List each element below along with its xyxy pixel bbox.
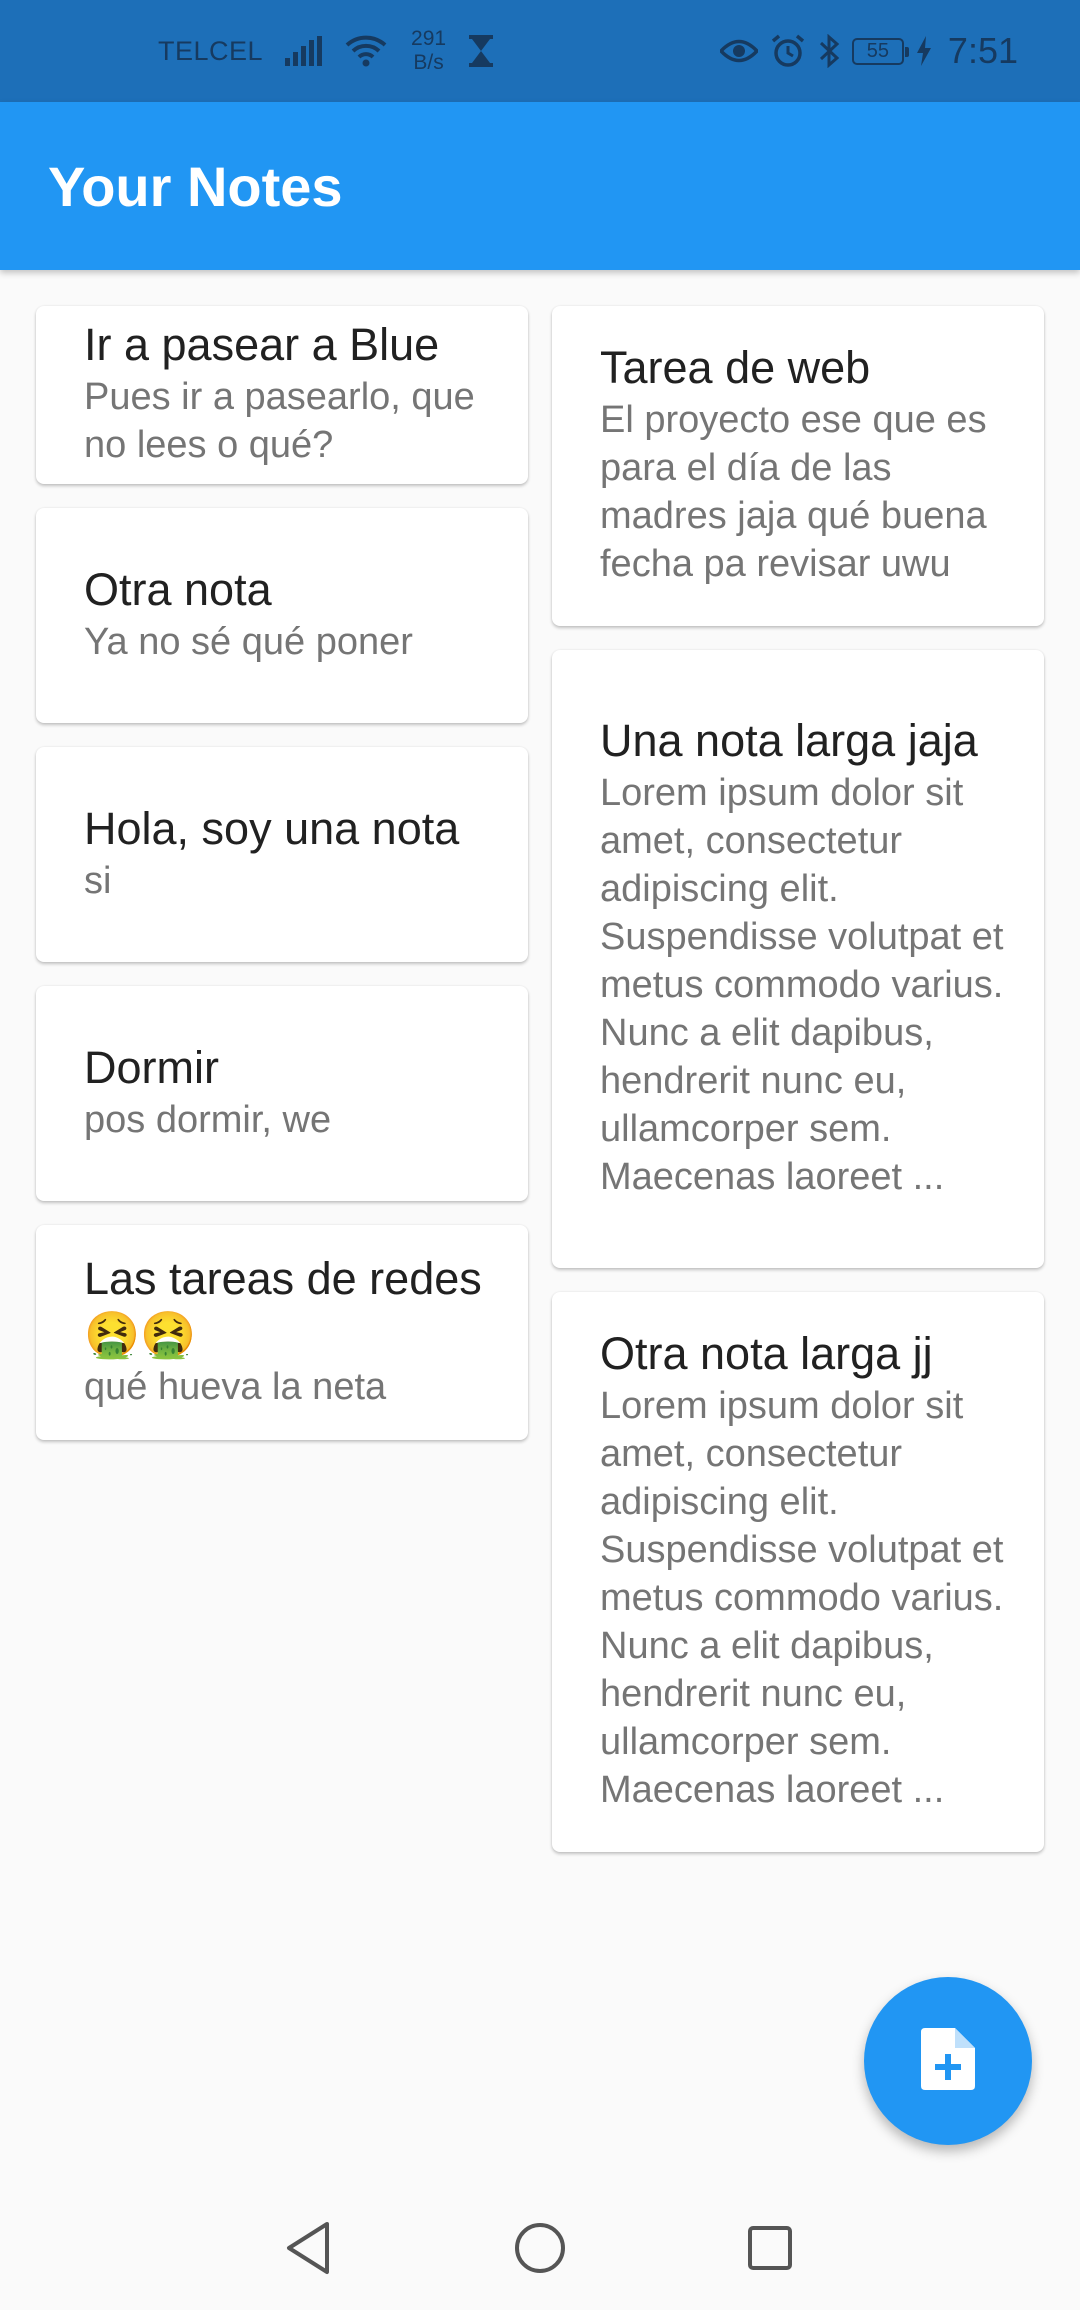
note-card[interactable]: Otra nota larga jj Lorem ipsum dolor sit…: [552, 1292, 1044, 1852]
note-body: Pues ir a pasearlo, que no lees o qué?: [84, 376, 475, 466]
note-card[interactable]: Tarea de web El proyecto ese que es para…: [552, 306, 1044, 626]
page-title: Your Notes: [48, 154, 343, 218]
charging-icon: [916, 36, 932, 66]
bluetooth-icon: [818, 34, 840, 68]
note-body: Lorem ipsum dolor sit amet, consectetur …: [600, 772, 1004, 1198]
note-card[interactable]: Ir a pasear a Blue Pues ir a pasearlo, q…: [36, 306, 528, 484]
note-add-icon: [921, 2027, 975, 2095]
navigation-bar: [0, 2190, 1080, 2310]
add-note-button[interactable]: [864, 1977, 1032, 2145]
battery-indicator: 55: [851, 37, 909, 65]
note-title: Dormir: [84, 1041, 219, 1093]
notes-column-left: Ir a pasear a Blue Pues ir a pasearlo, q…: [36, 306, 528, 1464]
note-body: qué hueva la neta: [84, 1365, 387, 1408]
note-body: Lorem ipsum dolor sit amet, consectetur …: [600, 1385, 1004, 1811]
note-card[interactable]: Una nota larga jaja Lorem ipsum dolor si…: [552, 650, 1044, 1268]
note-body: pos dormir, we: [84, 1098, 332, 1141]
battery-level: 55: [866, 39, 890, 62]
net-speed-value: 291: [411, 27, 447, 50]
note-card[interactable]: Otra nota Ya no sé qué poner: [36, 508, 528, 723]
wifi-icon: [345, 35, 387, 67]
note-title: Hola, soy una nota: [84, 802, 460, 854]
net-speed-unit: B/s: [413, 51, 444, 74]
notes-column-right: Tarea de web El proyecto ese que es para…: [552, 306, 1044, 1876]
note-body: Ya no sé qué poner: [84, 620, 413, 663]
note-card[interactable]: Las tareas de redes 🤮🤮 qué hueva la neta: [36, 1225, 528, 1440]
home-icon: [513, 2221, 567, 2280]
note-title: Ir a pasear a Blue: [84, 319, 440, 370]
recents-button[interactable]: [740, 2220, 800, 2280]
recents-icon: [746, 2224, 794, 2277]
clock: 7:51: [947, 30, 1018, 71]
back-button[interactable]: [278, 2220, 338, 2280]
home-button[interactable]: [510, 2220, 570, 2280]
note-body: si: [84, 859, 112, 902]
back-icon: [283, 2220, 333, 2281]
net-speed: 291 B/s: [411, 27, 446, 75]
note-title: Otra nota: [84, 563, 272, 615]
carrier-label: TELCEL: [158, 35, 264, 66]
note-title: Tarea de web: [600, 342, 871, 393]
note-title: Otra nota larga jj: [600, 1328, 933, 1379]
note-title: Las tareas de redes 🤮🤮: [84, 1252, 482, 1360]
note-title: Una nota larga jaja: [600, 715, 978, 766]
app-bar: Your Notes: [0, 102, 1080, 270]
status-bar: TELCEL 291 B/s 55 7:51: [0, 0, 1080, 102]
alarm-icon: [770, 33, 806, 69]
hourglass-icon: [468, 35, 494, 67]
note-body: El proyecto ese que es para el día de la…: [600, 399, 987, 585]
signal-icon: [285, 36, 323, 66]
note-card[interactable]: Dormir pos dormir, we: [36, 986, 528, 1201]
eye-icon: [719, 38, 758, 64]
note-card[interactable]: Hola, soy una nota si: [36, 747, 528, 962]
